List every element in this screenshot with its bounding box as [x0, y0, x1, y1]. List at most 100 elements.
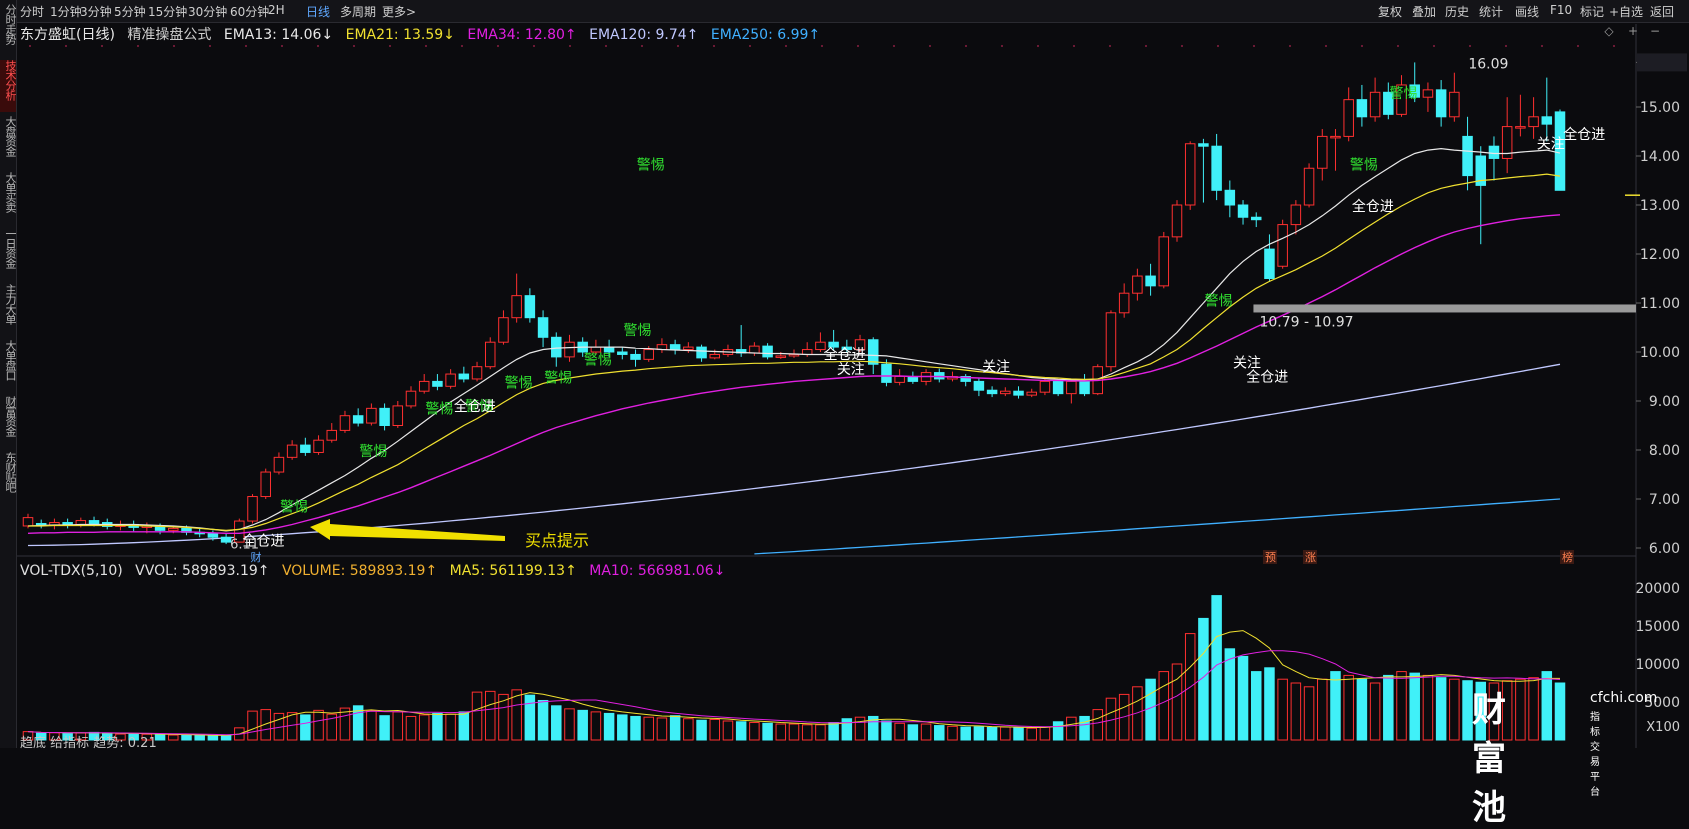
grid-dot — [1037, 45, 1039, 47]
grid-dot — [1181, 45, 1183, 47]
timeframe-6[interactable]: 60分钟 — [230, 3, 269, 20]
volume-bar — [920, 723, 932, 741]
volume-bar — [181, 734, 192, 741]
candle-body — [1435, 89, 1447, 118]
timeframe-1[interactable]: 1分钟 — [50, 3, 82, 20]
grid-dot — [1433, 45, 1435, 47]
volume-bar — [947, 725, 958, 741]
candle-body — [683, 346, 694, 351]
grid-dot — [1289, 45, 1291, 47]
bottom-marker: 榜 — [1562, 550, 1573, 564]
candle-body — [537, 317, 549, 338]
candle-body — [973, 380, 985, 391]
signal-caution-label: 警惕 — [624, 323, 652, 339]
toolbar-button-0[interactable]: 复权 — [1378, 3, 1402, 20]
candle-body — [1237, 204, 1249, 218]
grid-dot — [641, 45, 643, 47]
side-tab-7[interactable]: 财富资金 — [0, 396, 17, 448]
candle-body — [471, 366, 483, 380]
volume-bar — [907, 724, 919, 741]
timeframe-9[interactable]: 多周期 — [340, 3, 376, 20]
settings-icon[interactable]: ◇ — [1602, 24, 1616, 38]
volume-bar — [207, 735, 219, 741]
volume-bar — [1250, 671, 1262, 741]
side-tab-5[interactable]: 主力大单 — [0, 284, 17, 336]
timeframe-5[interactable]: 30分钟 — [188, 3, 227, 20]
signal-position-label: 全仓进 — [1246, 368, 1288, 385]
price-tick-label: 8.00 — [1649, 443, 1680, 459]
zoom-in-icon[interactable]: + — [1626, 24, 1640, 38]
ema13-value: EMA13: 14.06↓ — [223, 27, 334, 43]
kline-chart[interactable]: 警惕警惕警惕 警惕警惕 警惕警惕警惕警惕警惕警惕警惕全仓进全仓进全仓进关注 关注 关注全… — [0, 0, 1689, 748]
signal-caution-label: 警惕 — [584, 352, 612, 368]
stock-title[interactable]: 东方盛虹(日线) — [20, 27, 115, 43]
grid-dot — [677, 45, 679, 47]
timeframe-2[interactable]: 3分钟 — [80, 3, 112, 20]
candle-body — [1158, 236, 1170, 287]
toolbar-button-4[interactable]: 画线 — [1515, 3, 1539, 20]
volume-bar — [1317, 678, 1328, 741]
toolbar-button-2[interactable]: 历史 — [1445, 3, 1469, 20]
volume-bar — [1422, 674, 1434, 741]
candle-body — [1224, 189, 1236, 206]
volume-tick-label: 15000 — [1635, 619, 1680, 635]
timeframe-0[interactable]: 分时 — [20, 3, 44, 20]
grid-dot — [389, 45, 391, 47]
price-tick-label: 14.00 — [1640, 149, 1680, 165]
candle-body — [498, 317, 509, 343]
volume-bar — [168, 734, 179, 741]
grid-dot — [1577, 45, 1579, 47]
side-tab-6[interactable]: 大单盘口 — [0, 340, 17, 392]
grid-dot — [929, 45, 931, 47]
toolbar-button-8[interactable]: 返回 — [1650, 3, 1674, 20]
volume-bar — [973, 726, 985, 741]
side-tab-8[interactable]: 东财贴吧 — [0, 452, 17, 504]
toolbar-button-6[interactable]: 标记 — [1580, 3, 1604, 20]
timeframe-4[interactable]: 15分钟 — [148, 3, 187, 20]
candle-body — [432, 380, 443, 387]
grid-dot — [785, 45, 787, 47]
bottom-marker: 预 — [1265, 551, 1276, 564]
toolbar-button-3[interactable]: 统计 — [1479, 3, 1503, 20]
volume-bar — [1013, 727, 1024, 741]
candle-body — [986, 389, 998, 395]
side-tab-1[interactable]: 技术分析 — [0, 60, 17, 112]
timeframe-10[interactable]: 更多> — [382, 3, 416, 20]
volume-ma-lines — [27, 630, 1561, 736]
timeframe-7[interactable]: 2H — [268, 3, 285, 17]
grid-dot — [1541, 45, 1543, 47]
candle-body — [273, 456, 285, 473]
toolbar-button-7[interactable]: +自选 — [1609, 3, 1643, 20]
candle-body — [286, 444, 298, 458]
signal-caution-label: 警惕 — [425, 401, 453, 417]
ema-lines — [27, 147, 1561, 534]
candle-body — [1264, 248, 1275, 280]
grid-dot — [1613, 45, 1615, 47]
buy-hint-label: 买点提示 — [525, 531, 589, 550]
volume-bar — [1171, 663, 1183, 741]
toolbar-button-5[interactable]: F10 — [1550, 3, 1572, 17]
side-tab-3[interactable]: 大单买卖 — [0, 172, 17, 224]
toolbar-button-1[interactable]: 叠加 — [1412, 3, 1436, 20]
volume-bar — [445, 713, 456, 741]
vol-indicator-name[interactable]: VOL-TDX(5,10) — [20, 563, 123, 579]
volume-bar — [1052, 721, 1064, 741]
volume-bar — [960, 726, 971, 741]
grid-dot — [569, 45, 571, 47]
zoom-out-icon[interactable]: − — [1648, 24, 1662, 38]
volume-bar — [551, 705, 562, 741]
timeframe-8[interactable]: 日线 — [306, 3, 330, 20]
candle-body — [1290, 204, 1302, 226]
ema34-value: EMA34: 12.80↑ — [467, 27, 577, 43]
candle-body — [762, 345, 773, 358]
formula-name[interactable]: 精准操盘公式 — [127, 27, 211, 43]
signal-caution-label: 警惕 — [359, 444, 387, 460]
timeframe-toolbar: 分时 1分钟 3分钟 5分钟 15分钟 30分钟 60分钟 2H 日线 多周期 更多> 复权 叠加 历史统… — [0, 0, 1689, 23]
side-tab-4[interactable]: 一日资金 — [0, 228, 17, 280]
volume-bar — [194, 734, 205, 741]
side-tab-0[interactable]: 分时走势 — [0, 4, 17, 56]
side-tab-2[interactable]: 大盘资金 — [0, 116, 17, 168]
volume-bar — [735, 721, 747, 741]
candle-body — [1184, 143, 1196, 206]
timeframe-3[interactable]: 5分钟 — [114, 3, 146, 20]
